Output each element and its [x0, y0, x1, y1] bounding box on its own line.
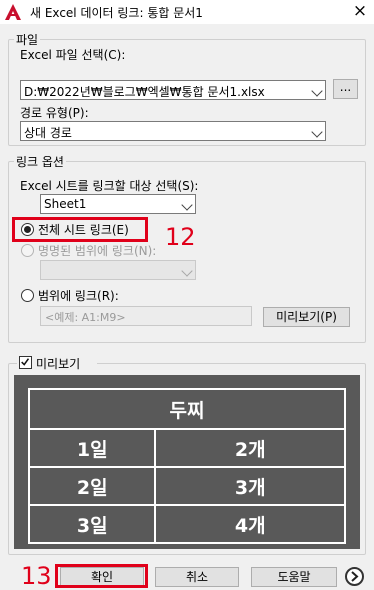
annotation-step-13: 13 [21, 562, 52, 590]
named-range-radio-label: 명명된 범위에 링크(N): [38, 244, 157, 258]
excel-file-select-label: Excel 파일 선택(C): [20, 48, 126, 62]
chevron-down-icon [181, 265, 193, 277]
chevron-down-icon [311, 85, 323, 97]
excel-file-path: D:₩2022년₩블로그₩엑셀₩통합 문서1.xlsx [24, 85, 265, 99]
sheet-value: Sheet1 [44, 197, 87, 211]
browse-button[interactable]: ... [333, 79, 358, 99]
table-cell: 3일 [27, 504, 157, 544]
sheet-combobox[interactable]: Sheet1 [40, 194, 196, 214]
annotation-step-12: 12 [165, 223, 196, 251]
excel-file-combobox[interactable]: D:₩2022년₩블로그₩엑셀₩통합 문서1.xlsx [20, 80, 326, 100]
range-radio-label[interactable]: 범위에 링크(R): [38, 287, 119, 304]
named-range-radio[interactable] [21, 244, 34, 257]
preview-table: 두찌 1일 2개 2일 3개 3일 4개 [27, 388, 346, 544]
path-type-value: 상대 경로 [24, 126, 72, 140]
link-options-label: 링크 옵션 [14, 153, 66, 170]
preview-button[interactable]: 미리보기(P) [263, 307, 350, 327]
range-radio[interactable] [21, 289, 34, 302]
chevron-right-icon [351, 571, 359, 582]
table-cell: 2개 [154, 428, 346, 468]
highlight-ok-button [55, 564, 148, 588]
preview-checkbox[interactable] [19, 356, 32, 369]
chevron-down-icon [181, 199, 193, 211]
range-input[interactable]: <예제: A1:M9> [40, 306, 252, 326]
table-cell: 2일 [27, 466, 157, 506]
help-button[interactable]: 도움말 [251, 567, 337, 587]
cancel-button[interactable]: 취소 [155, 567, 239, 587]
table-row: 2일 3개 [27, 466, 346, 506]
highlight-full-sheet [12, 217, 148, 242]
table-cell: 3개 [154, 466, 346, 506]
table-cell: 1일 [27, 428, 157, 468]
path-type-combobox[interactable]: 상대 경로 [20, 121, 326, 141]
table-row: 3일 4개 [27, 504, 346, 544]
autocad-app-icon [5, 4, 21, 20]
window-title: 새 Excel 데이터 링크: 통합 문서1 [30, 6, 203, 20]
chevron-down-icon [311, 126, 323, 138]
expand-arrow-button[interactable] [345, 567, 364, 586]
table-row: 1일 2개 [27, 428, 346, 468]
preview-area: 두찌 1일 2개 2일 3개 3일 4개 [14, 375, 360, 549]
checkmark-icon [21, 358, 30, 366]
sheet-select-label: Excel 시트를 링크할 대상 선택(S): [20, 179, 199, 193]
table-cell: 4개 [154, 504, 346, 544]
path-type-label: 경로 유형(P): [20, 106, 89, 120]
preview-checkbox-label[interactable]: 미리보기 [36, 355, 80, 372]
close-button[interactable]: × [346, 0, 374, 24]
named-range-combobox[interactable] [40, 260, 196, 280]
table-header-cell: 두찌 [28, 388, 346, 430]
table-header-row: 두찌 [28, 388, 346, 430]
